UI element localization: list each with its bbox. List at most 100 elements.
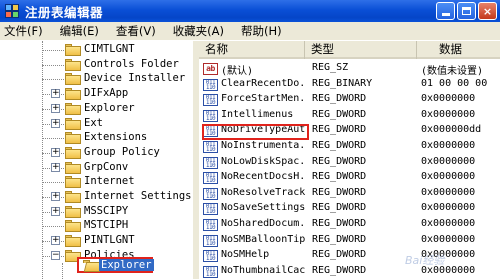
value-type: REG_DWORD (312, 202, 367, 214)
registry-value-row[interactable]: 011 110 NoResolveTrack REG_DWORD 0x0000000 (199, 186, 500, 202)
expand-icon[interactable]: + (51, 236, 60, 246)
expand-icon[interactable]: + (51, 162, 60, 172)
value-type: REG_DWORD (312, 264, 367, 276)
registry-tree[interactable]: CIMTLGNT Controls Folder Device Installer +… (0, 41, 196, 279)
value-name: NoSMBalloonTip (221, 233, 305, 245)
tree-item[interactable]: + DIFxApp (0, 86, 193, 102)
registry-value-row[interactable]: 011 110NoThumbnailCacheREG_DWORD0x000000… (199, 264, 500, 279)
collapse-icon[interactable]: − (51, 250, 60, 260)
value-name: (默认) (221, 66, 254, 77)
tree-item-label: Internet (84, 175, 135, 188)
value-name: NoResolveTrack (221, 186, 305, 198)
value-name: NoInstrumenta... (221, 140, 305, 151)
registry-value-row[interactable]: 011 110ForceStartMen... REG_DWORD 0x000000… (199, 92, 500, 108)
registry-value-row[interactable]: ab (默认) REG_SZ (数值未设置) (199, 61, 500, 77)
folder-icon (65, 205, 81, 218)
tree-connector-line (42, 50, 64, 51)
menu-file[interactable]: 文件(F) (4, 23, 43, 39)
title-bar: 注册表编辑器 × (0, 0, 500, 22)
value-data: 0x0000000 (421, 155, 476, 167)
close-button[interactable]: × (478, 2, 497, 20)
tree-item[interactable]: Device Installer (0, 71, 193, 87)
folder-icon (65, 146, 81, 159)
registry-value-row[interactable]: 011 110 NoSMHelp REG_DWORD 0x0000000 (199, 248, 500, 264)
minimize-button[interactable] (436, 2, 455, 20)
tree-item[interactable]: + Ext (0, 116, 193, 132)
value-name: ClearRecentDo... (221, 77, 305, 89)
binary-value-icon: 011 110 (203, 203, 218, 216)
binary-value-icon: 011 110 (203, 187, 218, 200)
binary-value-icon: 011 110 (203, 265, 218, 278)
tree-item[interactable]: MSTCIPH (0, 218, 193, 234)
tree-item[interactable]: Extensions (0, 130, 193, 146)
value-data: (数值未设置) (421, 66, 484, 77)
column-header-name[interactable]: 名称 (199, 41, 305, 59)
tree-item[interactable]: CIMTLGNT (0, 42, 193, 58)
registry-value-row[interactable]: 011 110NoLowDiskSpac... REG_DWORD 0x000000… (199, 155, 500, 171)
menu-favorites[interactable]: 收藏夹(A) (173, 23, 224, 39)
tree-item-label: Device Installer (84, 72, 186, 85)
tree-connector-line (42, 79, 64, 81)
folder-icon (65, 132, 81, 145)
tree-item-label: DIFxApp (84, 87, 129, 100)
menu-view[interactable]: 查看(V) (116, 23, 156, 39)
folder-icon (65, 117, 81, 130)
registry-value-row[interactable]: 011 110NoRecentDocsH... REG_DWORD 0x000000… (199, 170, 500, 186)
folder-icon (65, 161, 81, 174)
tree-connector-line (42, 64, 64, 66)
value-type: REG_DWORD (312, 233, 367, 245)
tree-item[interactable]: + GrpConv (0, 160, 193, 176)
value-type: REG_DWORD (312, 93, 367, 105)
binary-value-icon: 011 110 (203, 109, 218, 122)
expand-icon[interactable]: + (51, 192, 60, 201)
expand-icon[interactable]: + (51, 89, 60, 99)
registry-value-row[interactable]: 011 110 NoSMBalloonTip REG_DWORD 0x0000000 (199, 233, 500, 249)
menu-edit[interactable]: 编辑(E) (60, 23, 99, 39)
tree-item[interactable]: Internet (0, 174, 193, 190)
expand-icon[interactable]: + (51, 118, 60, 128)
expand-icon[interactable]: + (51, 147, 60, 157)
tree-item-explorer-selected[interactable]: Explorer (77, 257, 154, 273)
tree-item[interactable]: + PINTLGNT (0, 233, 193, 249)
binary-value-icon: 011 110 (203, 94, 218, 107)
folder-icon (65, 102, 81, 115)
tree-item-label: MSTCIPH (84, 219, 129, 232)
value-name: NoThumbnailCache (221, 264, 305, 276)
folder-icon (65, 176, 81, 189)
tree-item[interactable]: + Explorer (0, 101, 193, 117)
maximize-button[interactable] (457, 2, 476, 20)
column-header-data[interactable]: 数据 (417, 41, 500, 59)
expand-icon[interactable]: + (51, 103, 60, 113)
folder-icon (65, 73, 81, 86)
folder-icon (65, 88, 81, 101)
binary-value-icon: 011 110 (203, 141, 218, 153)
tree-item[interactable]: + Internet Settings (0, 189, 193, 205)
menu-help[interactable]: 帮助(H) (241, 23, 282, 39)
tree-item[interactable]: Controls Folder (0, 57, 193, 73)
list-header: 名称 类型 数据 (199, 41, 500, 59)
tree-item-label: Internet Settings (84, 190, 192, 202)
registry-value-row[interactable]: 011 110 NoSaveSettings REG_DWORD 0x0000000 (199, 201, 500, 217)
value-type: REG_BINARY (312, 77, 373, 89)
binary-value-icon: 011 110 (203, 172, 218, 185)
folder-icon (65, 58, 81, 71)
binary-value-icon: 011 110 (203, 219, 218, 231)
value-type: REG_DWORD (312, 124, 367, 136)
registry-values-list[interactable]: 名称 类型 数据 ab (默认) REG_SZ (数值未设置) 011 110 Clear… (199, 41, 500, 279)
registry-value-row[interactable]: 011 110 Intellimenus REG_DWORD 0x0000000 (199, 108, 500, 124)
value-data: 01 00 00 00 (421, 77, 488, 89)
tree-item[interactable]: + MSSCIPY (0, 204, 193, 220)
value-type: REG_DWORD (312, 155, 367, 167)
registry-value-row[interactable]: 011 110ClearRecentDo... REG_BINARY 01 00 0… (199, 77, 500, 93)
value-data: 0x0000000 (421, 218, 476, 229)
value-type: REG_DWORD (312, 140, 367, 151)
registry-value-row[interactable]: 011 110NoInstrumenta... REG_DWORD 0x000000… (199, 139, 500, 155)
column-header-type[interactable]: 类型 (305, 41, 417, 59)
tree-item-label: Explorer (99, 259, 154, 271)
value-type: REG_DWORD (312, 218, 367, 229)
expand-icon[interactable]: + (51, 206, 60, 216)
tree-item-label: MSSCIPY (84, 204, 129, 217)
tree-item[interactable]: + Group Policy (0, 145, 193, 161)
value-data: 0x0000000 (421, 140, 476, 151)
registry-value-row[interactable]: 011 110NoSharedDocum... REG_DWORD 0x000000… (199, 217, 500, 233)
